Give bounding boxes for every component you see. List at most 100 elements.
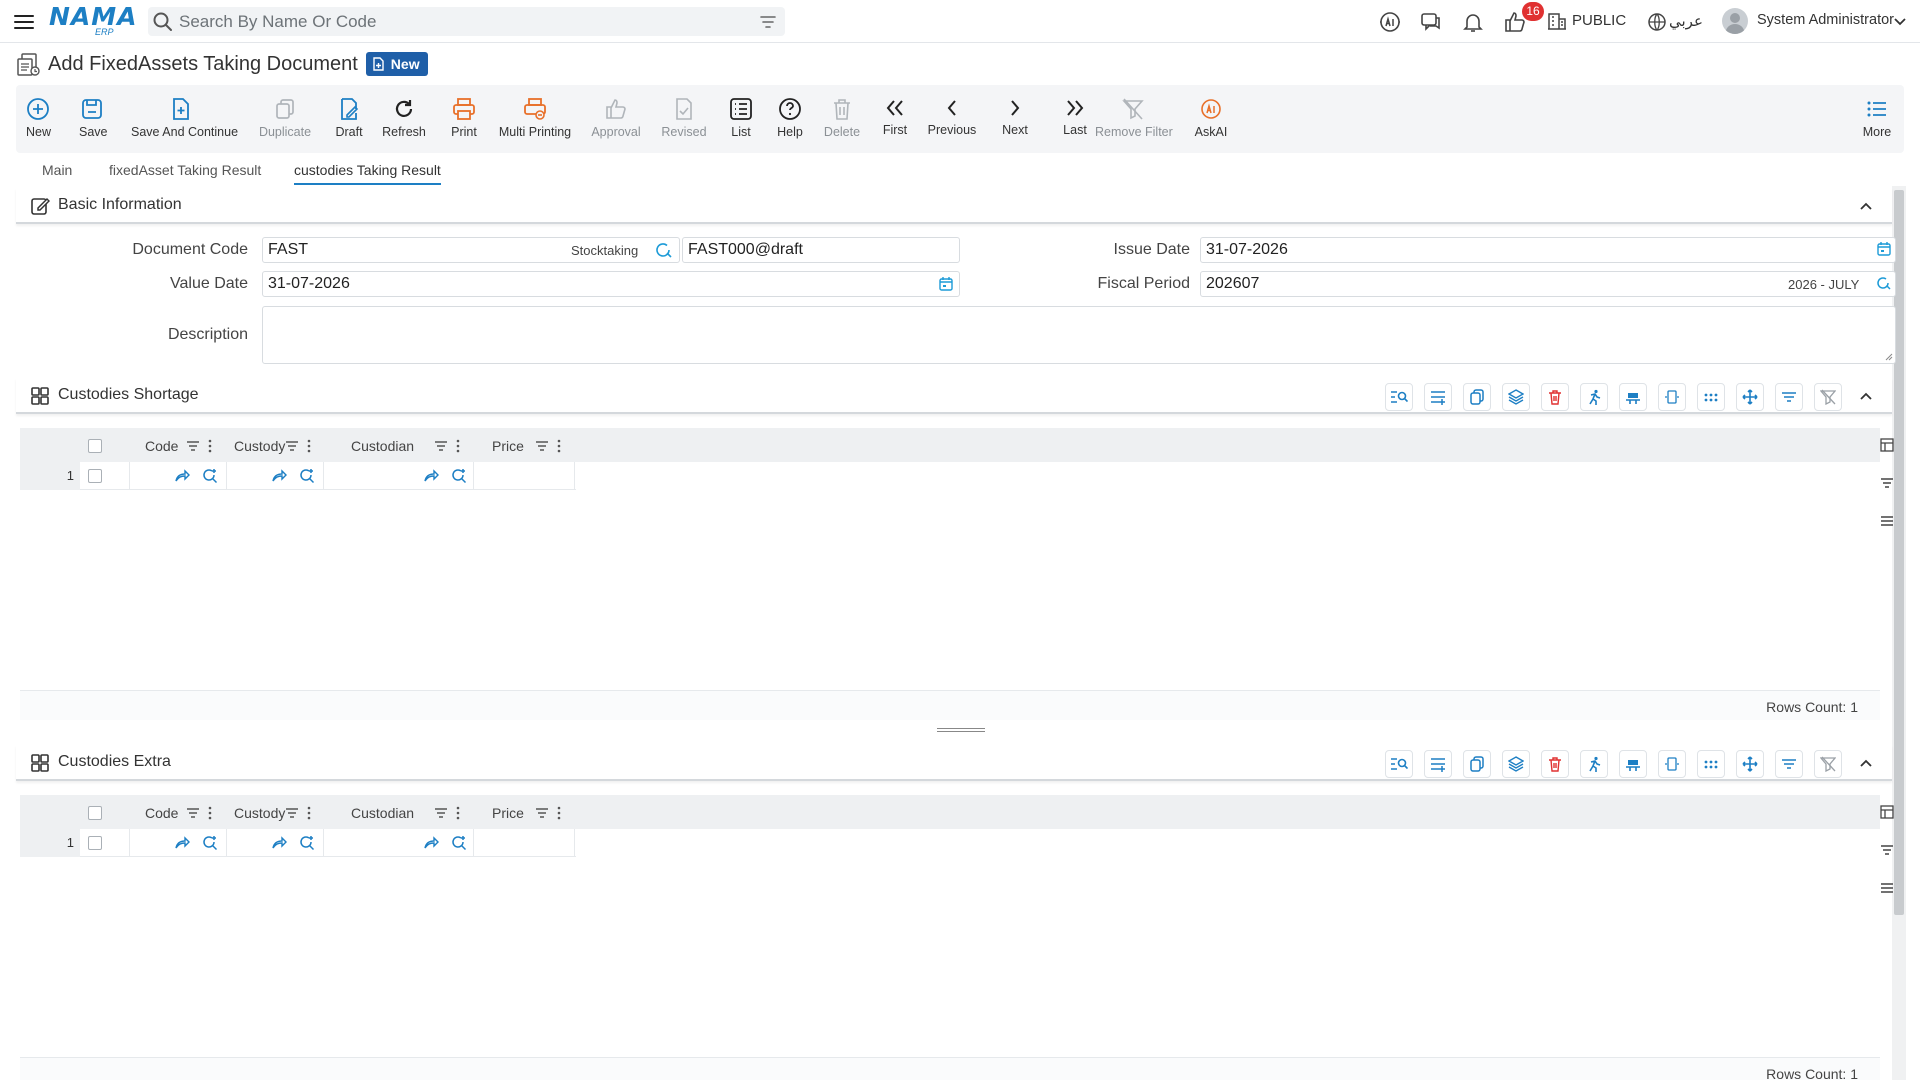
filter-icon[interactable] [1880, 843, 1894, 857]
search-grid-icon[interactable] [1385, 750, 1413, 778]
bell-icon[interactable] [1461, 10, 1485, 34]
new-button[interactable]: New [26, 97, 51, 139]
save-and-continue-button[interactable]: Save And Continue [131, 97, 238, 139]
remove-filter-button[interactable]: Remove Filter [1095, 97, 1173, 139]
tab-fixedasset-taking-result[interactable]: fixedAsset Taking Result [109, 162, 261, 178]
first-button[interactable]: First [880, 97, 910, 137]
table-layout-icon[interactable] [1880, 805, 1894, 819]
logo[interactable]: NAMA ERP [49, 4, 137, 37]
basic-information-header[interactable]: Basic Information [16, 188, 1892, 224]
select-all-checkbox[interactable] [88, 439, 102, 453]
duplicate-button[interactable]: Duplicate [257, 97, 313, 139]
delete-button[interactable]: Delete [822, 97, 862, 139]
dots-grid-icon[interactable] [1697, 750, 1725, 778]
chevron-down-icon[interactable] [1893, 15, 1907, 29]
multi-printing-button[interactable]: Multi Printing [497, 97, 573, 139]
move-icon[interactable] [1736, 750, 1764, 778]
custody-cell[interactable] [227, 462, 324, 490]
ai-assistant-icon[interactable] [1378, 10, 1402, 34]
expand-columns-icon[interactable] [1658, 750, 1686, 778]
copy-row-icon[interactable] [1463, 383, 1491, 411]
custodian-cell[interactable] [324, 829, 474, 857]
table-settings-icon[interactable] [1619, 750, 1647, 778]
globe-icon[interactable] [1647, 12, 1667, 32]
column-header-price[interactable]: Price [492, 438, 524, 454]
branch-label[interactable]: PUBLIC [1572, 12, 1626, 29]
more-button[interactable]: More [1860, 97, 1894, 139]
move-icon[interactable] [1736, 383, 1764, 411]
layers-icon[interactable] [1502, 383, 1530, 411]
document-number-field[interactable]: FAST000@draft [682, 237, 960, 263]
list-button[interactable]: List [728, 97, 754, 139]
search-lookup-icon[interactable] [1876, 275, 1892, 291]
askai-button[interactable]: AskAI [1193, 97, 1229, 139]
help-button[interactable]: Help [774, 97, 806, 139]
collapse-chevron-up-icon[interactable] [1856, 196, 1876, 216]
table-layout-icon[interactable] [1880, 438, 1894, 452]
column-header-custodian[interactable]: Custodian [351, 438, 414, 454]
filter-off-icon[interactable] [1814, 383, 1842, 411]
menu-lines-icon[interactable] [1880, 514, 1894, 528]
table-settings-icon[interactable] [1619, 383, 1647, 411]
tab-custodies-taking-result[interactable]: custodies Taking Result [294, 162, 441, 185]
filter-lines-icon[interactable] [1775, 750, 1803, 778]
description-textarea[interactable] [262, 306, 1896, 364]
vertical-scrollbar-thumb[interactable] [1894, 190, 1904, 915]
avatar[interactable] [1722, 8, 1748, 34]
column-header-custody[interactable]: Custody [234, 805, 285, 821]
custodian-cell[interactable] [324, 462, 474, 490]
code-cell[interactable] [130, 829, 227, 857]
filter-off-icon[interactable] [1814, 750, 1842, 778]
search-grid-icon[interactable] [1385, 383, 1413, 411]
column-header-custodian[interactable]: Custodian [351, 805, 414, 821]
layers-icon[interactable] [1502, 750, 1530, 778]
menu-lines-icon[interactable] [1880, 881, 1894, 895]
price-cell[interactable] [474, 829, 575, 857]
custody-cell[interactable] [227, 829, 324, 857]
calendar-icon[interactable] [938, 276, 954, 292]
user-name[interactable]: System Administrator [1757, 12, 1894, 28]
code-cell[interactable] [130, 462, 227, 490]
approval-button[interactable]: Approval [590, 97, 642, 139]
column-header-code[interactable]: Code [145, 438, 178, 454]
table-row[interactable]: 1 [20, 829, 576, 857]
draft-button[interactable]: Draft [333, 97, 365, 139]
custodies-shortage-header[interactable]: Custodies Shortage [16, 378, 1892, 414]
search-box[interactable]: Search By Name Or Code [148, 7, 785, 36]
collapse-chevron-up-icon[interactable] [1856, 386, 1876, 406]
hamburger-menu-icon[interactable] [12, 10, 36, 34]
run-icon[interactable] [1580, 383, 1608, 411]
search-lookup-icon[interactable] [655, 241, 673, 259]
collapse-chevron-up-icon[interactable] [1856, 753, 1876, 773]
custodies-extra-header[interactable]: Custodies Extra [16, 745, 1892, 781]
select-all-checkbox[interactable] [88, 806, 102, 820]
next-button[interactable]: Next [1000, 97, 1030, 137]
print-button[interactable]: Print [448, 97, 480, 139]
run-icon[interactable] [1580, 750, 1608, 778]
filter-icon[interactable] [759, 13, 777, 31]
previous-button[interactable]: Previous [927, 97, 977, 137]
price-cell[interactable] [474, 462, 575, 490]
filter-icon[interactable] [1880, 476, 1894, 490]
save-button[interactable]: Save [79, 97, 108, 139]
dots-grid-icon[interactable] [1697, 383, 1725, 411]
last-button[interactable]: Last [1060, 97, 1090, 137]
column-header-custody[interactable]: Custody [234, 438, 285, 454]
copy-row-icon[interactable] [1463, 750, 1491, 778]
filter-lines-icon[interactable] [1775, 383, 1803, 411]
delete-row-icon[interactable] [1541, 750, 1569, 778]
resize-handle[interactable] [937, 726, 985, 734]
calendar-icon[interactable] [1876, 241, 1892, 257]
delete-row-icon[interactable] [1541, 383, 1569, 411]
table-row[interactable]: 1 [20, 462, 576, 490]
revised-button[interactable]: Revised [661, 97, 707, 139]
add-row-icon[interactable] [1424, 383, 1452, 411]
refresh-button[interactable]: Refresh [382, 97, 426, 139]
expand-columns-icon[interactable] [1658, 383, 1686, 411]
chat-icon[interactable] [1419, 10, 1443, 34]
issue-date-field[interactable]: 31-07-2026 [1200, 237, 1896, 263]
language-switch[interactable]: عربي [1669, 12, 1703, 30]
search-input[interactable]: Search By Name Or Code [179, 12, 376, 32]
tab-main[interactable]: Main [42, 162, 72, 178]
value-date-field[interactable]: 31-07-2026 [262, 271, 960, 297]
